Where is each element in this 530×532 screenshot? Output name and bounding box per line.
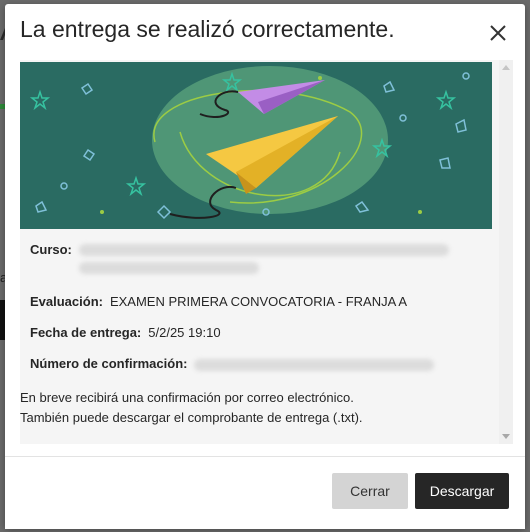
submission-details: Curso: Evaluación: EXAMEN PRIMERA CONVOC… — [30, 242, 470, 371]
close-icon — [490, 25, 506, 41]
confirmation-message: En breve recibirá una confirmación por c… — [20, 388, 363, 428]
confirmation-row: Número de confirmación: — [30, 356, 470, 371]
evaluation-value: EXAMEN PRIMERA CONVOCATORIA - FRANJA A — [109, 294, 408, 309]
submission-success-dialog: La entrega se realizó correctamente. Cur… — [5, 4, 525, 529]
success-banner-illustration — [20, 62, 492, 229]
date-value: 5/2/25 19:10 — [148, 325, 221, 340]
dialog-body[interactable]: Curso: Evaluación: EXAMEN PRIMERA CONVOC… — [20, 60, 513, 444]
date-row: Fecha de entrega: 5/2/25 19:10 — [30, 325, 470, 340]
evaluation-row: Evaluación: EXAMEN PRIMERA CONVOCATORIA … — [30, 294, 470, 309]
confirmation-label: Número de confirmación: — [30, 356, 188, 371]
message-line-1: En breve recibirá una confirmación por c… — [20, 390, 354, 405]
course-row: Curso: — [30, 242, 470, 274]
scrollbar[interactable] — [499, 60, 513, 444]
close-button[interactable] — [483, 18, 513, 48]
download-button[interactable]: Descargar — [415, 473, 509, 509]
course-label: Curso: — [30, 242, 72, 257]
confirmation-value-redacted — [194, 359, 435, 371]
scroll-up-icon[interactable] — [502, 65, 510, 70]
date-label: Fecha de entrega: — [30, 325, 142, 340]
scroll-down-icon[interactable] — [502, 434, 510, 439]
message-line-2: También puede descargar el comprobante d… — [20, 410, 363, 425]
evaluation-label: Evaluación: — [30, 294, 103, 309]
dialog-footer: Cerrar Descargar — [5, 456, 525, 529]
dialog-title: La entrega se realizó correctamente. — [20, 16, 395, 42]
course-value-redacted — [78, 244, 449, 274]
cancel-button[interactable]: Cerrar — [332, 473, 408, 509]
